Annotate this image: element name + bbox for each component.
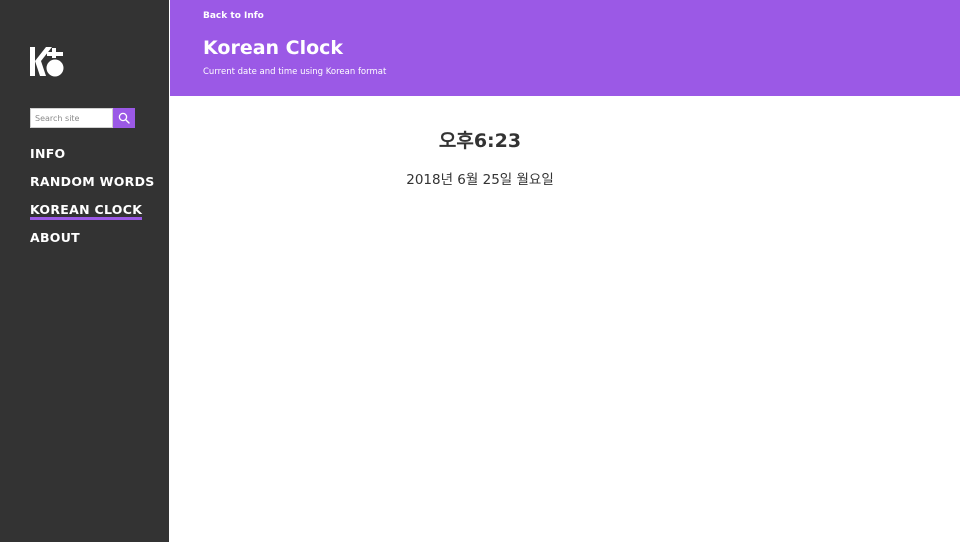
nav-item-korean-clock[interactable]: KOREAN CLOCK (30, 202, 155, 230)
sidebar: INFO RANDOM WORDS KOREAN CLOCK ABOUT (0, 0, 169, 542)
page-subtitle: Current date and time using Korean forma… (203, 67, 387, 77)
search-input[interactable] (30, 108, 113, 128)
clock-date: 2018년 6월 25일 월요일 (406, 172, 554, 188)
nav-item-label: RANDOM WORDS (30, 174, 155, 189)
page-title: Korean Clock (203, 37, 344, 59)
app: INFO RANDOM WORDS KOREAN CLOCK ABOUT Bac… (0, 0, 960, 542)
nav-item-label: KOREAN CLOCK (30, 202, 143, 220)
back-link[interactable]: Back to Info (203, 11, 264, 21)
nav-item-about[interactable]: ABOUT (30, 230, 155, 258)
nav-item-label: ABOUT (30, 230, 81, 245)
main-content: 오후6:23 2018년 6월 25일 월요일 (170, 96, 960, 542)
nav-item-label: INFO (30, 146, 66, 161)
clock-time: 오후6:23 (438, 130, 522, 152)
main-nav: INFO RANDOM WORDS KOREAN CLOCK ABOUT (30, 146, 155, 258)
search-box (30, 108, 135, 128)
page-header: Back to Info Korean Clock Current date a… (170, 0, 960, 96)
site-logo[interactable] (30, 46, 66, 78)
nav-item-info[interactable]: INFO (30, 146, 155, 174)
logo-icon (30, 47, 64, 77)
nav-item-random-words[interactable]: RANDOM WORDS (30, 174, 155, 202)
search-button[interactable] (113, 108, 135, 128)
search-icon (118, 112, 130, 124)
